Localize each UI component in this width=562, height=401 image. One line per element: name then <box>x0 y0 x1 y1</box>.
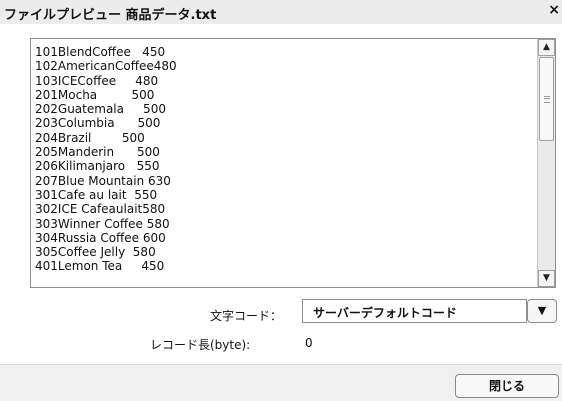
preview-line: 206Kilimanjaro 550 <box>35 159 160 174</box>
preview-line: 204Brazil 500 <box>35 130 145 145</box>
preview-line: 304Russia Coffee 600 <box>35 230 166 245</box>
file-preview-textarea[interactable]: 101BlendCoffee 450 102AmericanCoffee480 … <box>30 38 556 288</box>
record-length-label: レコード長(byte): <box>150 338 251 352</box>
preview-line: 401Lemon Tea 450 <box>35 259 165 274</box>
preview-line: 303Winner Coffee 580 <box>35 216 170 231</box>
charcode-label: 文字コード： <box>210 309 283 323</box>
dialog-content: 101BlendCoffee 450 102AmericanCoffee480 … <box>0 24 562 364</box>
charcode-selected-value: サーバーデフォルトコード <box>313 306 457 320</box>
preview-line: 202Guatemala 500 <box>35 102 166 117</box>
preview-line: 203Columbia 500 <box>35 116 161 131</box>
preview-line: 205Manderin 500 <box>35 145 160 160</box>
close-icon[interactable]: × <box>548 2 560 18</box>
preview-line: 301Cafe au lait 550 <box>35 187 158 202</box>
preview-line: 201Mocha 500 <box>35 87 155 102</box>
footer-divider <box>0 364 562 365</box>
scroll-thumb[interactable] <box>539 57 554 141</box>
scroll-down-icon[interactable]: ▼ <box>538 270 555 287</box>
record-length-value: 0 <box>305 336 313 350</box>
charcode-select[interactable]: サーバーデフォルトコード <box>302 299 527 323</box>
preview-line: 102AmericanCoffee480 <box>35 59 177 74</box>
title-bar: ファイルプレビュー 商品データ.txt × <box>0 0 562 24</box>
preview-lines: 101BlendCoffee 450 102AmericanCoffee480 … <box>35 45 177 274</box>
close-button[interactable]: 閉じる <box>455 374 559 398</box>
chevron-down-icon[interactable]: ▼ <box>527 299 557 323</box>
grip-icon <box>544 96 550 103</box>
preview-line: 103ICECoffee 480 <box>35 73 159 88</box>
preview-line: 101BlendCoffee 450 <box>35 45 166 59</box>
dialog-title: ファイルプレビュー 商品データ.txt <box>4 8 217 23</box>
preview-line: 302ICE Cafeaulait580 <box>35 202 166 217</box>
preview-line: 207Blue Mountain 630 <box>35 173 171 188</box>
scroll-up-icon[interactable]: ▲ <box>538 39 555 56</box>
preview-line: 305Coffee Jelly 580 <box>35 245 156 260</box>
vertical-scrollbar[interactable]: ▲ ▼ <box>537 39 555 287</box>
file-preview-dialog: ファイルプレビュー 商品データ.txt × 101BlendCoffee 450… <box>0 0 562 401</box>
